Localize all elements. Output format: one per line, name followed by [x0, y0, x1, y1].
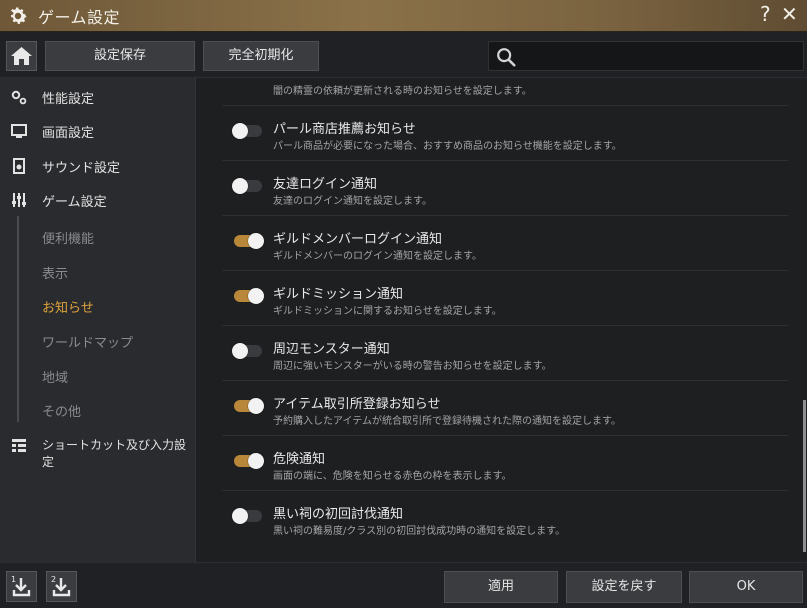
toggle-knob [248, 453, 264, 469]
setting-row-nearby-monster: 周辺モンスター通知 周辺に強いモンスターがいる時の警告お知らせを設定します。 [222, 326, 788, 381]
home-button[interactable] [6, 41, 37, 71]
setting-description: 友達のログイン通知を設定します。 [273, 196, 432, 207]
setting-row-guild-mission: ギルドミッション通知 ギルドミッションに関するお知らせを設定します。 [222, 271, 788, 326]
close-button[interactable]: ✕ [781, 2, 798, 26]
setting-description: ギルドメンバーのログイン通知を設定します。 [273, 251, 482, 262]
setting-toggle[interactable] [232, 123, 262, 139]
setting-row-marketplace: アイテム取引所登録お知らせ 予約購入したアイテムが統合取引所で登録待機された際の… [222, 381, 788, 436]
sidebar-subitem-convenience[interactable]: 便利機能 [42, 228, 94, 247]
search-icon [497, 48, 516, 67]
toggle-knob [248, 288, 264, 304]
sidebar-item-label: サウンド設定 [42, 161, 121, 176]
sidebar-item-label: ゲーム設定 [42, 195, 107, 210]
sidebar-item-performance[interactable]: 性能設定 [0, 82, 195, 112]
setting-toggle[interactable] [234, 453, 264, 469]
performance-gears-icon [11, 90, 27, 105]
sidebar-item-display[interactable]: 画面設定 [0, 116, 195, 146]
help-button[interactable]: ? [760, 2, 771, 26]
setting-title: アイテム取引所登録お知らせ [273, 397, 441, 412]
setting-row-friend-login: 友達ログイン通知 友達のログイン通知を設定します。 [222, 161, 788, 216]
setting-toggle[interactable] [234, 398, 264, 414]
import-1-icon: 1 [11, 575, 31, 597]
import-badge: 1 [11, 575, 16, 584]
setting-title: ギルドメンバーログイン通知 [273, 232, 443, 247]
setting-title: 周辺モンスター通知 [273, 342, 390, 357]
setting-toggle[interactable] [232, 343, 262, 359]
toggle-knob [232, 123, 248, 139]
sidebar-subitem-region[interactable]: 地域 [42, 367, 68, 386]
sidebar-item-shortcuts[interactable]: ショートカット及び入力設定 [0, 430, 195, 469]
toggle-knob [232, 343, 248, 359]
window-title: ゲーム設定 [38, 8, 121, 27]
keyboard-list-icon [12, 439, 26, 452]
submenu-guide-line [17, 216, 19, 422]
save-settings-button[interactable]: 設定保存 [45, 41, 195, 71]
footer-bar: 1 2 適用 設定を戻す OK [0, 562, 807, 608]
sliders-icon [12, 193, 26, 207]
sidebar-item-game[interactable]: ゲーム設定 [0, 185, 195, 215]
sidebar-subitem-other[interactable]: その他 [42, 401, 81, 420]
sidebar-item-label: ショートカット及び入力設定 [42, 438, 187, 469]
toggle-knob [232, 508, 248, 524]
apply-button[interactable]: 適用 [444, 571, 558, 603]
toolbar: 設定保存 完全初期化 [0, 32, 807, 78]
setting-toggle[interactable] [234, 288, 264, 304]
title-bar: ゲーム設定 ? ✕ [0, 0, 807, 32]
toggle-knob [248, 398, 264, 414]
setting-description: 闇の精霊の依頼が更新される時のお知らせを設定します。 [273, 86, 532, 97]
sidebar: 性能設定 画面設定 サウンド設定 ゲーム設定 便利機能 表示 お知らせ ワールド… [0, 78, 195, 562]
setting-row-black-shrine: 黒い祠の初回討伐通知 黒い祠の難易度/クラス別の初回討伐成功時の通知を設定します… [222, 491, 788, 546]
import-2-button[interactable]: 2 [46, 571, 77, 602]
speaker-icon [13, 158, 25, 174]
import-1-button[interactable]: 1 [6, 571, 37, 602]
sidebar-subitem-notifications[interactable]: お知らせ [42, 297, 94, 316]
setting-title: 黒い祠の初回討伐通知 [273, 507, 404, 522]
sidebar-item-label: 性能設定 [42, 92, 95, 107]
import-badge: 2 [51, 575, 56, 584]
import-2-icon: 2 [51, 575, 71, 597]
sidebar-subitem-world-map[interactable]: ワールドマップ [42, 332, 133, 351]
gear-icon [10, 7, 27, 24]
setting-row-danger: 危険通知 画面の端に、危険を知らせる赤色の枠を表示します。 [222, 436, 788, 491]
toggle-knob [232, 178, 248, 194]
setting-description: 周辺に強いモンスターがいる時の警告お知らせを設定します。 [273, 361, 552, 372]
content-scrollbar[interactable] [803, 400, 806, 552]
setting-description: ギルドミッションに関するお知らせを設定します。 [273, 306, 502, 317]
settings-content[interactable]: 闇の精霊の依頼が更新される時のお知らせを設定します。 パール商店推薦お知らせ パ… [195, 78, 807, 562]
setting-description: パール商品が必要になった場合、おすすめ商品のお知らせ機能を設定します。 [273, 141, 622, 152]
setting-title: ギルドミッション通知 [273, 287, 404, 302]
setting-title: パール商店推薦お知らせ [273, 122, 416, 137]
setting-toggle[interactable] [232, 178, 262, 194]
setting-row-guild-member-login: ギルドメンバーログイン通知 ギルドメンバーのログイン通知を設定します。 [222, 216, 788, 271]
setting-description: 黒い祠の難易度/クラス別の初回討伐成功時の通知を設定します。 [273, 526, 566, 537]
revert-settings-button[interactable]: 設定を戻す [566, 571, 682, 603]
setting-title: 危険通知 [273, 452, 326, 467]
search-input[interactable] [488, 41, 804, 71]
setting-toggle[interactable] [232, 508, 262, 524]
home-icon [11, 47, 32, 65]
monitor-icon [11, 124, 27, 138]
toggle-knob [248, 233, 264, 249]
ok-button[interactable]: OK [689, 571, 803, 603]
sidebar-subitem-display[interactable]: 表示 [42, 263, 68, 282]
setting-row-pearl-shop: パール商店推薦お知らせ パール商品が必要になった場合、おすすめ商品のお知らせ機能… [222, 106, 788, 161]
setting-description: 画面の端に、危険を知らせる赤色の枠を表示します。 [273, 471, 512, 482]
setting-description: 予約購入したアイテムが統合取引所で登録待機された際の通知を設定します。 [273, 416, 621, 427]
sidebar-item-sound[interactable]: サウンド設定 [0, 151, 195, 181]
sidebar-item-label: 画面設定 [42, 126, 95, 141]
setting-title: 友達ログイン通知 [273, 177, 378, 192]
setting-toggle[interactable] [234, 233, 264, 249]
full-reset-button[interactable]: 完全初期化 [203, 41, 319, 71]
